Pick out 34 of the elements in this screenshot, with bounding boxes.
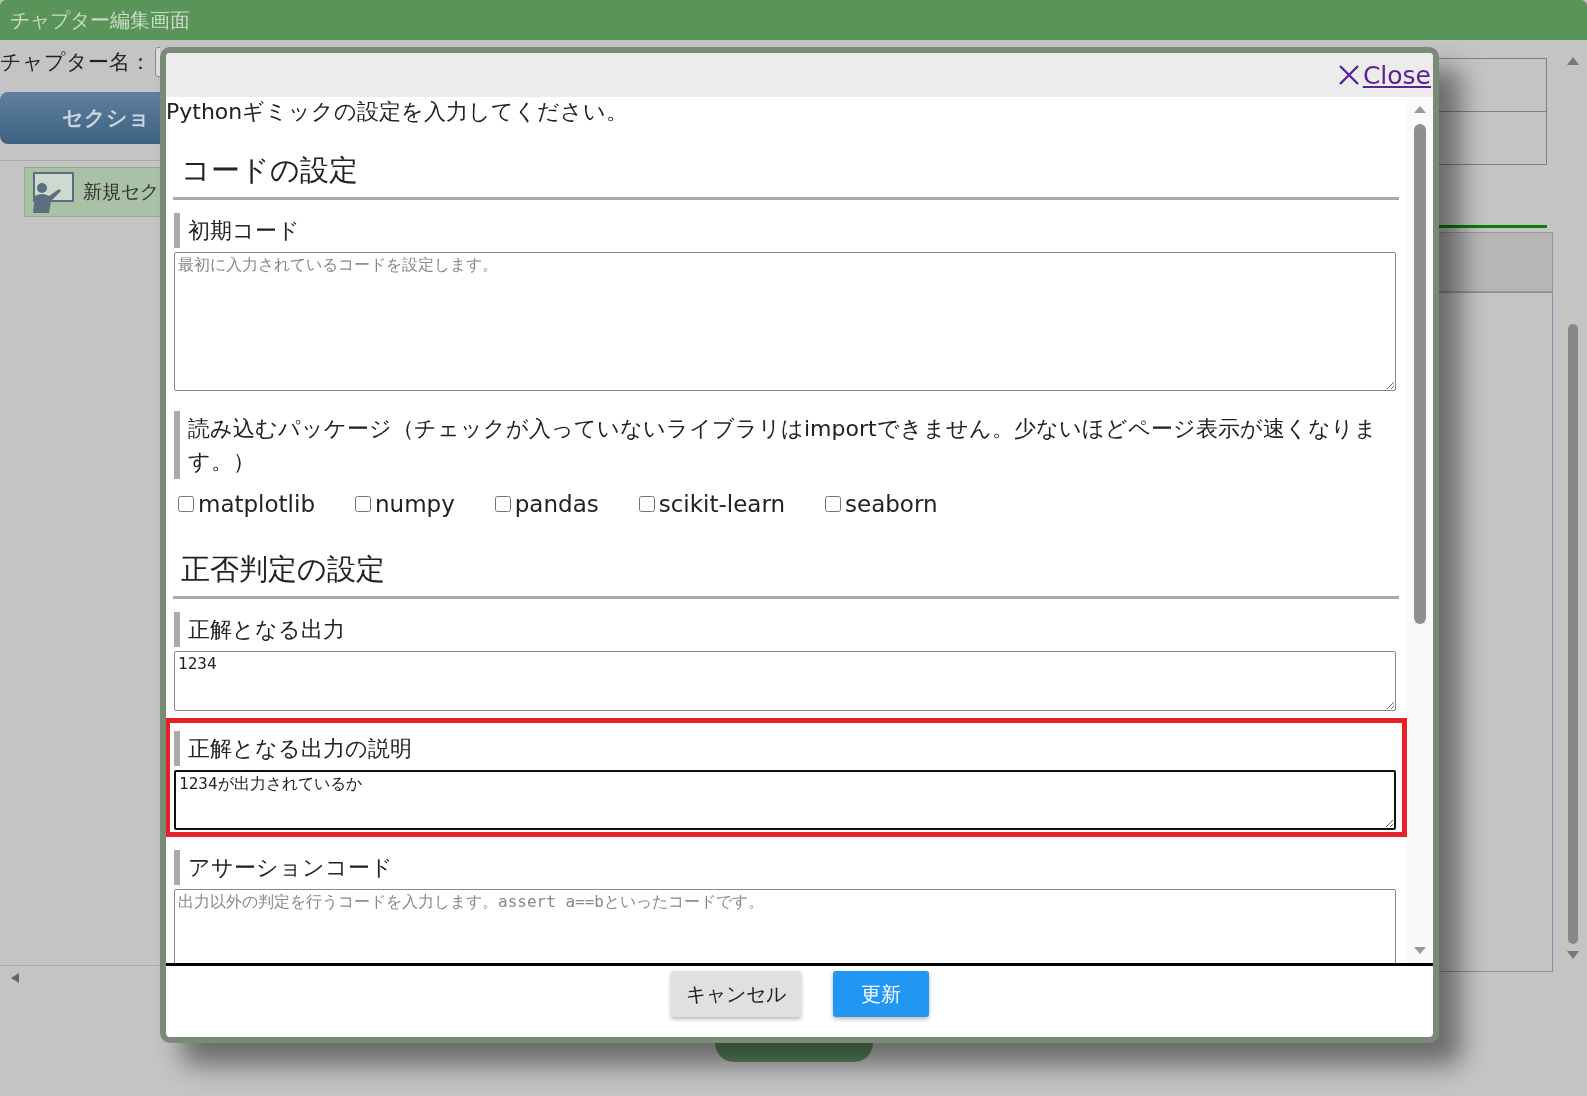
checkbox[interactable] xyxy=(638,496,655,512)
scroll-down-icon[interactable] xyxy=(1413,946,1427,955)
chapter-name-label: チャプター名： xyxy=(0,49,151,76)
scroll-thumb[interactable] xyxy=(1414,124,1426,624)
code-field[interactable]: 最初に入力されているコードを設定します。 xyxy=(174,252,1396,391)
checkbox[interactable] xyxy=(178,496,194,512)
checkbox[interactable] xyxy=(355,496,371,512)
scroll-up-icon[interactable] xyxy=(1413,105,1427,114)
section-heading: 正否判定の設定 xyxy=(173,544,1399,599)
scroll-up-icon[interactable] xyxy=(1566,56,1580,66)
package-checkbox[interactable]: pandas xyxy=(494,489,599,519)
package-checkbox[interactable]: matplotlib xyxy=(178,489,315,519)
section-item[interactable]: 新規セク xyxy=(24,167,160,217)
checkbox[interactable] xyxy=(494,496,511,512)
field-label: 読み込むパッケージ（チェックが入っていないライブラリはimportできません。少ないほどページ表示が速くなります。） xyxy=(174,411,1396,479)
code-field[interactable]: 出力以外の判定を行うコードを入力します。assert a==bといったコードです。 xyxy=(174,889,1396,963)
rounded-button[interactable] xyxy=(714,1043,873,1062)
package-checkbox[interactable]: numpy xyxy=(355,489,455,519)
checkbox[interactable] xyxy=(825,496,842,512)
package-checkbox[interactable]: scikit-learn xyxy=(638,489,786,519)
intro-text: Pythonギミックの設定を入力してください。 xyxy=(166,98,630,126)
section-heading: コードの設定 xyxy=(173,145,1399,200)
scroll-thumb[interactable] xyxy=(1568,324,1578,944)
scroll-left-icon[interactable] xyxy=(10,972,20,984)
text-field[interactable]: 1234 xyxy=(174,651,1396,711)
package-checkbox[interactable]: seaborn xyxy=(825,489,938,519)
cancel-button[interactable]: キャンセル xyxy=(670,971,801,1017)
window-title: チャプター編集画面 xyxy=(0,0,1587,40)
text-field[interactable]: 1234が出力されているか xyxy=(174,770,1396,830)
dialog-scrollbar[interactable] xyxy=(1407,97,1433,963)
close-icon xyxy=(1337,64,1360,86)
scroll-down-icon[interactable] xyxy=(1566,950,1580,960)
close-link[interactable]: Close xyxy=(1337,60,1431,90)
section-item-label: 新規セク xyxy=(83,179,159,204)
